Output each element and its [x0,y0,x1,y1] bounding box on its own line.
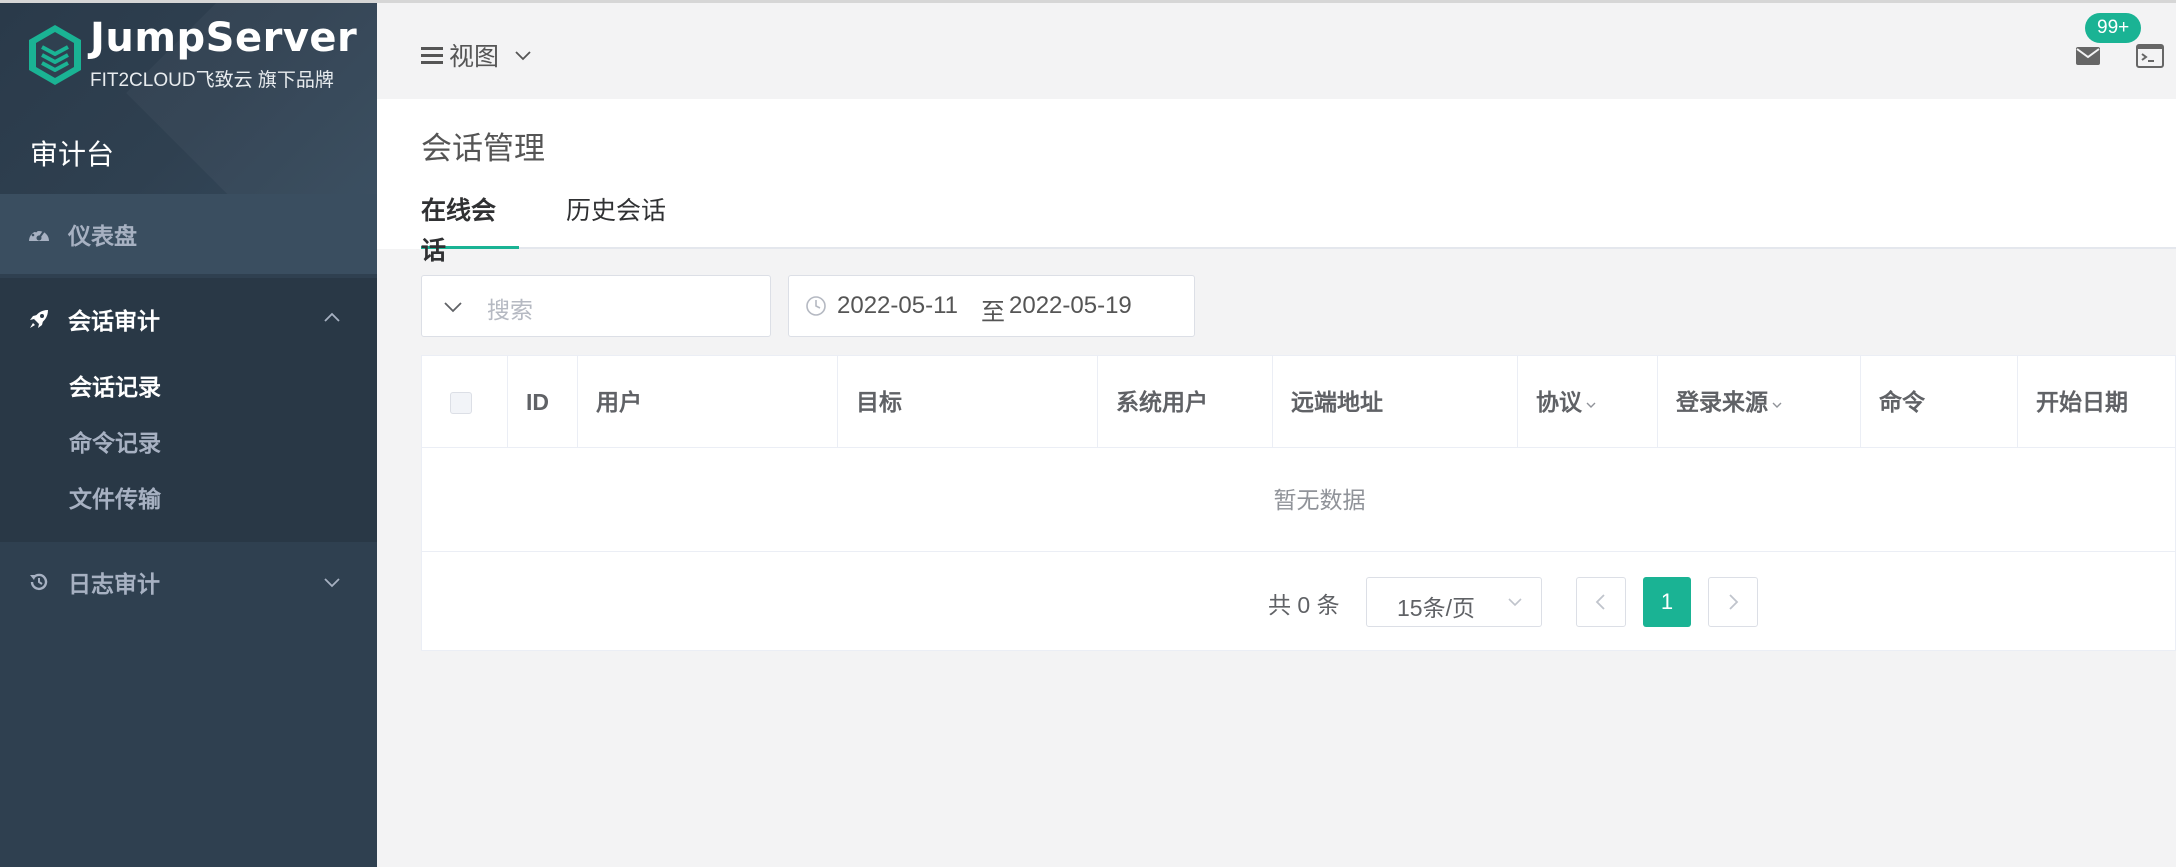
terminal-icon[interactable] [2136,43,2164,69]
select-all-cell [422,356,508,448]
brand-tagline: FIT2CLOUD飞致云 旗下品牌 [90,70,334,91]
column-login-source[interactable]: 登录来源 [1658,356,1861,448]
top-navbar: 视图 99+ [377,3,2176,99]
sidebar-item-command-records[interactable]: 命令记录 [69,424,161,458]
page-size-select[interactable]: 15条/页 [1366,577,1542,627]
column-system-user: 系统用户 [1098,356,1273,448]
column-user: 用户 [578,356,838,448]
dashboard-gauge-icon [26,221,52,247]
tab-history-sessions[interactable]: 历史会话 [566,191,666,249]
chevron-left-icon [1595,594,1605,610]
column-target: 目标 [838,356,1098,448]
sidebar-item-log-audit-label: 日志审计 [68,571,160,597]
column-command: 命令 [1861,356,2018,448]
chevron-down-icon [324,578,340,588]
console-title[interactable]: 审计台 [30,133,114,173]
chevron-down-icon [1508,598,1522,607]
column-start-date: 开始日期 [2036,389,2128,415]
column-id: ID [508,356,578,448]
pagination-total: 共 0 条 [1268,592,1340,618]
select-all-checkbox[interactable] [450,392,472,414]
table-header: ID 用户 目标 系统用户 远端地址 协议 登录来源 命令 开始日期 [422,356,2176,448]
tab-online-sessions[interactable]: 在线会话 [421,191,519,265]
chevron-down-icon[interactable] [442,297,464,317]
pagination: 共 0 条 15条/页 1 [422,552,2176,652]
jumpserver-logo-icon [29,25,81,85]
session-table: ID 用户 目标 系统用户 远端地址 协议 登录来源 命令 开始日期 暂无数据 … [421,355,2176,651]
rocket-icon [26,306,52,332]
date-separator: 至 [981,299,1005,326]
column-remote-address: 远端地址 [1273,356,1518,448]
date-end[interactable]: 2022-05-19 [1009,292,1132,320]
view-menu-button[interactable]: 视图 [421,37,533,73]
sidebar-item-file-transfer[interactable]: 文件传输 [69,480,161,514]
notification-badge: 99+ [2085,13,2142,43]
page-number-current[interactable]: 1 [1643,577,1691,627]
sidebar-item-dashboard-label: 仪表盘 [68,223,137,249]
column-protocol[interactable]: 协议 [1518,356,1658,448]
sidebar-item-log-audit[interactable]: 日志审计 [0,542,377,622]
tabs: 在线会话 历史会话 [421,191,2176,265]
page-size-value: 15条/页 [1397,595,1475,621]
search-placeholder: 搜索 [487,297,533,323]
mail-icon[interactable] [2075,45,2101,67]
sidebar-item-session-audit-label: 会话审计 [68,308,160,334]
top-border [0,0,2176,3]
prev-page-button[interactable] [1576,577,1626,627]
session-audit-submenu: 会话记录 命令记录 文件传输 [0,360,377,542]
sidebar-item-session-audit[interactable]: 会话审计 [0,278,377,360]
sidebar-item-dashboard[interactable]: 仪表盘 [0,194,377,274]
chevron-down-icon [515,51,531,61]
clock-icon [806,296,826,316]
sidebar: JumpServer FIT2CLOUD飞致云 旗下品牌 审计台 仪表盘 会话审… [0,3,377,867]
date-range-picker[interactable]: 2022-05-11 至 2022-05-19 [788,275,1195,337]
chevron-up-icon [324,312,340,322]
column-login-source-label: 登录来源 [1676,389,1768,415]
history-icon [26,569,52,595]
search-input[interactable]: 搜索 [421,275,771,337]
sidebar-item-session-records[interactable]: 会话记录 [69,368,161,402]
empty-table-message: 暂无数据 [422,448,2176,552]
chevron-down-icon [1586,402,1596,408]
column-protocol-label: 协议 [1536,389,1582,415]
brand-name: JumpServer [90,15,358,61]
page-header: 会话管理 在线会话 历史会话 [377,99,2176,265]
chevron-right-icon [1729,594,1739,610]
date-start[interactable]: 2022-05-11 [837,292,958,320]
page-title: 会话管理 [421,131,545,166]
chevron-down-icon [1772,402,1782,408]
hamburger-icon [421,47,443,64]
next-page-button[interactable] [1708,577,1758,627]
logo-area: JumpServer FIT2CLOUD飞致云 旗下品牌 审计台 [0,3,377,197]
view-label: 视图 [449,43,500,71]
